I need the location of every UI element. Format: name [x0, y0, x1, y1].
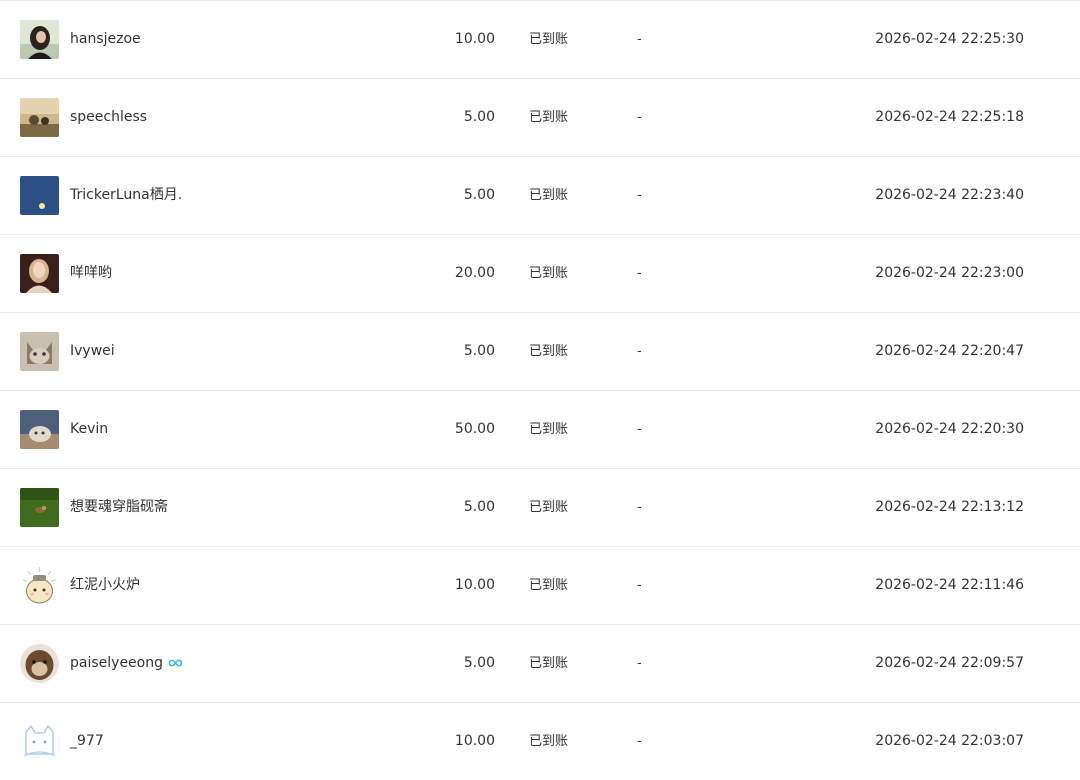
remark: - [637, 734, 642, 749]
status-text: 已到账 [529, 110, 569, 125]
amount: 5.00 [463, 655, 495, 671]
user-name[interactable]: paiselyeeong [70, 625, 183, 702]
timestamp: 2026-02-24 22:03:07 [875, 733, 1024, 749]
timestamp: 2026-02-24 22:20:47 [875, 343, 1024, 359]
user-name[interactable]: Kevin [70, 391, 108, 468]
amount: 10.00 [454, 31, 495, 47]
user-name[interactable]: TrickerLuna栖月. [70, 157, 182, 234]
table-row: TrickerLuna栖月. 5.00 已到账 - 2026-02-24 22:… [0, 157, 1080, 235]
remark: - [637, 344, 642, 359]
avatar[interactable] [20, 332, 59, 371]
remark: - [637, 266, 642, 281]
user-name[interactable]: speechless [70, 79, 147, 156]
table-row: Ivywei 5.00 已到账 - 2026-02-24 22:20:47 [0, 313, 1080, 391]
remark: - [637, 578, 642, 593]
status-text: 已到账 [529, 500, 569, 515]
user-name[interactable]: 红泥小火炉 [70, 547, 140, 624]
remark: - [637, 656, 642, 671]
status-text: 已到账 [529, 422, 569, 437]
table-row: _977 10.00 已到账 - 2026-02-24 22:03:07 [0, 703, 1080, 780]
timestamp: 2026-02-24 22:25:18 [875, 109, 1024, 125]
infinity-badge-icon [168, 659, 183, 667]
remark: - [637, 32, 642, 47]
timestamp: 2026-02-24 22:09:57 [875, 655, 1024, 671]
avatar[interactable] [20, 254, 59, 293]
table-row: paiselyeeong 5.00 已到账 - 2026-02-24 22:09… [0, 625, 1080, 703]
status-text: 已到账 [529, 734, 569, 749]
table-row: Kevin 50.00 已到账 - 2026-02-24 22:20:30 [0, 391, 1080, 469]
amount: 10.00 [454, 733, 495, 749]
avatar[interactable] [20, 644, 59, 683]
amount: 20.00 [454, 265, 495, 281]
table-row: 红泥小火炉 10.00 已到账 - 2026-02-24 22:11:46 [0, 547, 1080, 625]
avatar[interactable] [20, 722, 59, 761]
avatar[interactable] [20, 410, 59, 449]
timestamp: 2026-02-24 22:20:30 [875, 421, 1024, 437]
amount: 5.00 [463, 187, 495, 203]
remark: - [637, 188, 642, 203]
user-name[interactable]: hansjezoe [70, 1, 141, 78]
remark: - [637, 500, 642, 515]
user-name[interactable]: 咩咩哟 [70, 235, 112, 312]
avatar[interactable] [20, 566, 59, 605]
timestamp: 2026-02-24 22:25:30 [875, 31, 1024, 47]
status-text: 已到账 [529, 578, 569, 593]
table-row: 想要魂穿脂砚斋 5.00 已到账 - 2026-02-24 22:13:12 [0, 469, 1080, 547]
amount: 5.00 [463, 499, 495, 515]
avatar[interactable] [20, 98, 59, 137]
amount: 5.00 [463, 343, 495, 359]
timestamp: 2026-02-24 22:13:12 [875, 499, 1024, 515]
table-row: 咩咩哟 20.00 已到账 - 2026-02-24 22:23:00 [0, 235, 1080, 313]
table-row: hansjezoe 10.00 已到账 - 2026-02-24 22:25:3… [0, 1, 1080, 79]
status-text: 已到账 [529, 32, 569, 47]
table-row: speechless 5.00 已到账 - 2026-02-24 22:25:1… [0, 79, 1080, 157]
amount: 5.00 [463, 109, 495, 125]
user-name[interactable]: Ivywei [70, 313, 115, 390]
avatar[interactable] [20, 20, 59, 59]
remark: - [637, 110, 642, 125]
amount: 50.00 [454, 421, 495, 437]
remark: - [637, 422, 642, 437]
timestamp: 2026-02-24 22:23:00 [875, 265, 1024, 281]
status-text: 已到账 [529, 188, 569, 203]
amount: 10.00 [454, 577, 495, 593]
user-name[interactable]: 想要魂穿脂砚斋 [70, 469, 168, 546]
avatar[interactable] [20, 176, 59, 215]
status-text: 已到账 [529, 344, 569, 359]
timestamp: 2026-02-24 22:11:46 [875, 577, 1024, 593]
avatar[interactable] [20, 488, 59, 527]
timestamp: 2026-02-24 22:23:40 [875, 187, 1024, 203]
status-text: 已到账 [529, 656, 569, 671]
user-name[interactable]: _977 [70, 703, 104, 780]
status-text: 已到账 [529, 266, 569, 281]
payment-records-list: hansjezoe 10.00 已到账 - 2026-02-24 22:25:3… [0, 0, 1080, 780]
